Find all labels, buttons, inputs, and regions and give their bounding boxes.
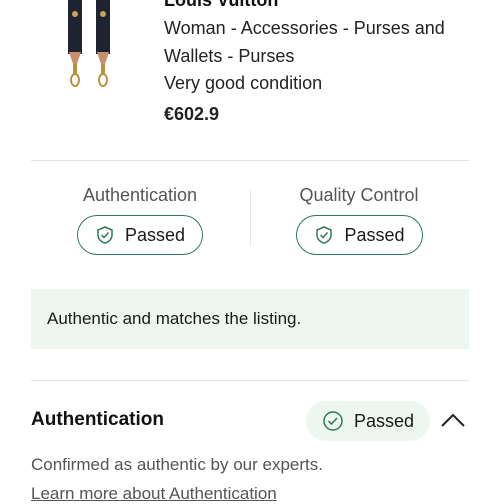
shield-check-icon xyxy=(97,226,113,244)
authentication-status: Passed xyxy=(124,224,186,245)
learn-more-link[interactable]: Learn more about Authentication xyxy=(31,484,277,504)
authentication-passed-pill[interactable]: Passed xyxy=(77,215,203,255)
authentication-section-title: Authentication xyxy=(31,409,164,430)
product-brand: Louis Vuitton xyxy=(164,0,279,10)
chevron-up-icon[interactable] xyxy=(440,410,466,430)
quality-control-passed-pill[interactable]: Passed xyxy=(296,215,423,255)
authentic-note-text: Authentic and matches the listing. xyxy=(47,309,302,328)
shield-check-icon xyxy=(316,226,333,244)
authentic-note-banner: Authentic and matches the listing. xyxy=(31,289,469,349)
authentication-check-label: Authentication xyxy=(82,185,198,205)
quality-control-check-label: Quality Control xyxy=(299,185,419,205)
divider xyxy=(31,160,469,161)
product-category: Woman - Accessories - Purses and Wallets… xyxy=(164,18,445,66)
authentication-description: Confirmed as authentic by our experts. xyxy=(31,455,323,474)
product-price: €602.9 xyxy=(164,104,220,124)
vertical-divider xyxy=(250,190,251,246)
product-condition: Very good condition xyxy=(164,73,323,93)
quality-control-status: Passed xyxy=(344,224,405,245)
authentication-badge-status: Passed xyxy=(353,410,415,431)
authentication-passed-badge: Passed xyxy=(306,401,430,441)
check-circle-icon xyxy=(323,411,343,431)
divider xyxy=(31,380,469,381)
product-image[interactable] xyxy=(60,0,120,94)
